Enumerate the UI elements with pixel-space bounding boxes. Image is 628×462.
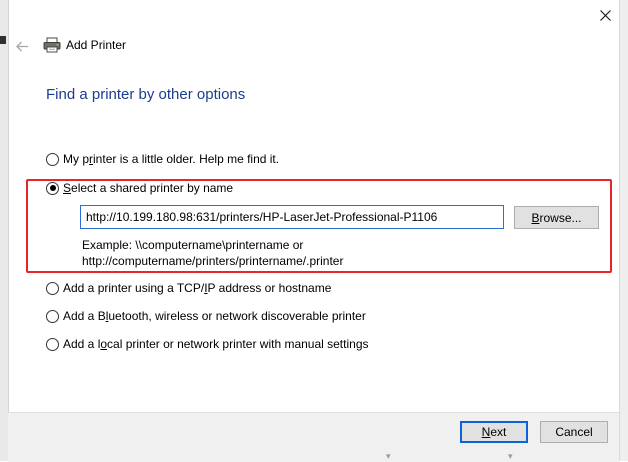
cancel-label: Cancel bbox=[555, 425, 593, 439]
printer-icon bbox=[43, 37, 61, 53]
radio-shared-printer[interactable] bbox=[46, 181, 59, 195]
option-shared-printer[interactable]: Select a shared printer by name bbox=[46, 181, 233, 195]
background-scroll-glyph: ▾ bbox=[508, 451, 513, 461]
browse-button[interactable]: Browse... bbox=[514, 206, 599, 229]
option-label: Add a local printer or network printer w… bbox=[63, 337, 369, 351]
cancel-button[interactable]: Cancel bbox=[540, 421, 608, 443]
window-title: Add Printer bbox=[66, 38, 127, 52]
close-button[interactable] bbox=[592, 4, 618, 26]
background-icon bbox=[0, 36, 6, 44]
radio-tcp-ip[interactable] bbox=[46, 281, 59, 295]
option-bluetooth[interactable]: Add a Bluetooth, wireless or network dis… bbox=[46, 309, 366, 323]
example-text-line1: Example: \\computername\printername or bbox=[82, 238, 304, 252]
option-label: Add a printer using a TCP/IP address or … bbox=[63, 281, 332, 295]
next-label: Next bbox=[481, 425, 507, 439]
option-older-printer[interactable]: My printer is a little older. Help me fi… bbox=[46, 152, 279, 166]
window-scroll-edge bbox=[619, 0, 628, 461]
back-button[interactable] bbox=[12, 36, 32, 56]
back-arrow-icon bbox=[15, 41, 28, 51]
radio-bluetooth[interactable] bbox=[46, 309, 59, 323]
printer-name-input[interactable] bbox=[80, 205, 504, 229]
background-scroll-glyph: ▾ bbox=[386, 451, 391, 461]
option-label: Add a Bluetooth, wireless or network dis… bbox=[63, 309, 366, 323]
close-icon bbox=[599, 9, 611, 21]
option-tcp-ip[interactable]: Add a printer using a TCP/IP address or … bbox=[46, 281, 331, 295]
browse-label: Browse... bbox=[531, 210, 582, 225]
next-button[interactable]: Next bbox=[460, 421, 528, 443]
option-local-printer[interactable]: Add a local printer or network printer w… bbox=[46, 337, 369, 351]
radio-local-printer[interactable] bbox=[46, 337, 59, 351]
example-text-line2: http://computername/printers/printername… bbox=[82, 254, 344, 268]
radio-older-printer[interactable] bbox=[46, 152, 59, 166]
background-window-edge bbox=[0, 0, 9, 461]
page-heading: Find a printer by other options bbox=[46, 86, 246, 103]
option-label: My printer is a little older. Help me fi… bbox=[63, 152, 280, 166]
option-label: Select a shared printer by name bbox=[63, 181, 234, 195]
